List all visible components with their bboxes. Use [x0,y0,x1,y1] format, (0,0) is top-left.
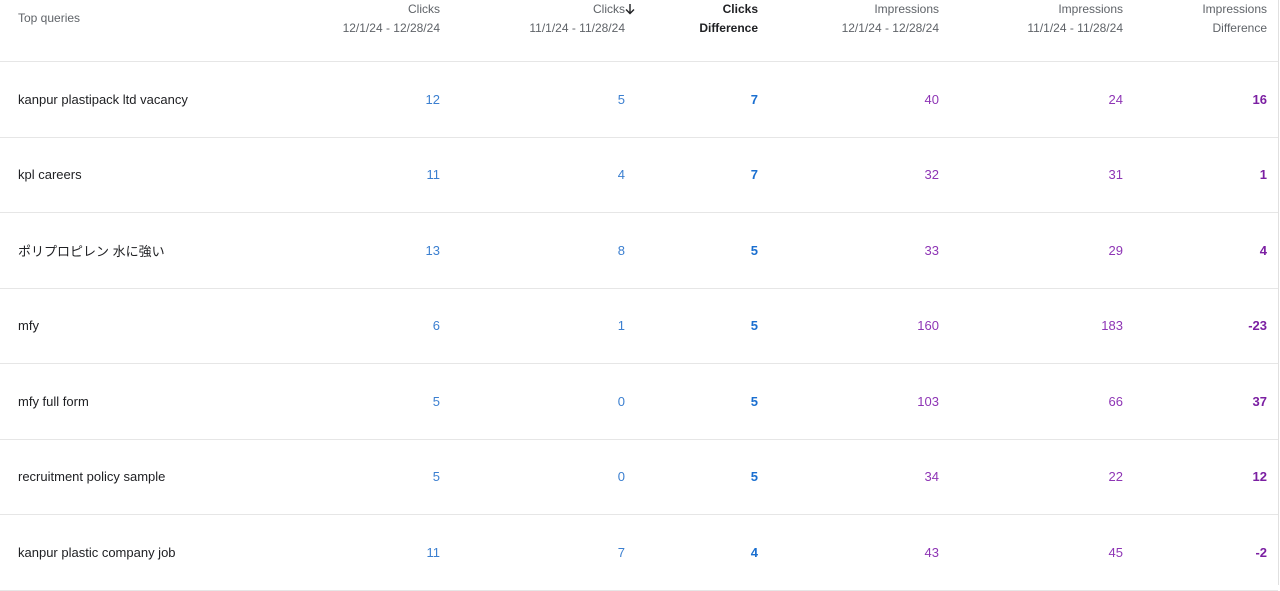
impressions-difference-cell: 12 [1252,469,1267,485]
clicks-current-cell: 13 [425,242,440,258]
impressions-previous-cell: 31 [1108,167,1123,183]
query-cell: recruitment policy sample [18,469,166,485]
table-row[interactable]: mfy 6 1 5 160 183 -23 [0,289,1278,364]
impressions-current-cell: 33 [924,242,939,258]
column-header-impressions-difference[interactable]: Impressions Difference [1202,0,1267,62]
query-cell: ポリプロピレン 水に強い [18,243,165,259]
clicks-current-cell: 12 [425,91,440,107]
impressions-difference-cell: 37 [1252,393,1267,409]
table-row[interactable]: recruitment policy sample 5 0 5 34 22 12 [0,440,1278,515]
clicks-difference-cell: 7 [750,91,758,107]
column-header-label: Impressions [874,2,939,16]
query-cell: kpl careers [18,167,82,183]
query-cell: mfy [18,318,39,334]
column-header-label: Clicks [722,2,758,16]
clicks-previous-cell: 7 [617,544,625,560]
column-header-impressions-previous[interactable]: Impressions 11/1/24 - 11/28/24 [1027,0,1123,62]
table-row[interactable]: kpl careers 11 4 7 32 31 1 [0,138,1278,213]
impressions-current-cell: 40 [924,91,939,107]
clicks-previous-cell: 4 [617,167,625,183]
column-header-label: Clicks [593,2,625,16]
impressions-previous-cell: 24 [1108,91,1123,107]
column-header-query[interactable]: Top queries [18,9,80,28]
clicks-previous-cell: 1 [617,318,625,334]
clicks-difference-cell: 4 [750,544,758,560]
column-header-sublabel: 12/1/24 - 12/28/24 [841,21,939,35]
impressions-difference-cell: 16 [1252,91,1267,107]
table-row[interactable]: kanpur plastic company job 11 7 4 43 45 … [0,515,1278,591]
column-header-sublabel: 11/1/24 - 11/28/24 [1027,21,1123,35]
clicks-current-cell: 5 [432,469,440,485]
column-header-clicks-difference[interactable]: Clicks Difference [625,0,758,62]
query-cell: kanpur plastipack ltd vacancy [18,91,188,107]
clicks-difference-cell: 5 [750,469,758,485]
queries-table: Top queries Clicks 12/1/24 - 12/28/24 Cl… [0,0,1279,591]
clicks-previous-cell: 8 [617,242,625,258]
column-header-label: Top queries [18,11,81,25]
impressions-previous-cell: 22 [1108,469,1123,485]
impressions-previous-cell: 183 [1101,318,1123,334]
clicks-difference-cell: 5 [750,393,758,409]
impressions-current-cell: 103 [917,393,939,409]
column-header-sublabel: Difference [1212,21,1267,35]
column-header-label: Impressions [1202,2,1267,16]
table-row[interactable]: ポリプロピレン 水に強い 13 8 5 33 29 4 [0,213,1278,289]
impressions-previous-cell: 29 [1108,242,1123,258]
impressions-difference-cell: -2 [1255,544,1267,560]
clicks-current-cell: 11 [426,167,441,183]
clicks-previous-cell: 0 [617,393,625,409]
column-header-sublabel: 12/1/24 - 12/28/24 [342,21,440,35]
impressions-difference-cell: -23 [1248,318,1267,334]
clicks-difference-cell: 7 [750,167,758,183]
column-header-clicks-current[interactable]: Clicks 12/1/24 - 12/28/24 [343,0,440,62]
column-header-label: Clicks [408,2,440,16]
column-header-label: Impressions [1058,2,1123,16]
impressions-previous-cell: 66 [1108,393,1123,409]
column-header-impressions-current[interactable]: Impressions 12/1/24 - 12/28/24 [842,0,939,62]
table-header: Top queries Clicks 12/1/24 - 12/28/24 Cl… [0,0,1278,62]
column-header-clicks-previous[interactable]: Clicks 11/1/24 - 11/28/24 [529,0,625,62]
clicks-current-cell: 5 [432,393,440,409]
table-row[interactable]: mfy full form 5 0 5 103 66 37 [0,364,1278,440]
impressions-previous-cell: 45 [1108,544,1123,560]
impressions-current-cell: 32 [924,167,939,183]
table-row[interactable]: kanpur plastipack ltd vacancy 12 5 7 40 … [0,62,1278,138]
clicks-current-cell: 11 [426,544,441,560]
clicks-difference-cell: 5 [750,318,758,334]
query-cell: kanpur plastic company job [18,544,176,560]
arrow-down-icon [625,4,635,15]
clicks-previous-cell: 0 [617,469,625,485]
column-header-sublabel: Difference [699,21,758,35]
impressions-difference-cell: 4 [1259,242,1267,258]
impressions-current-cell: 160 [917,318,939,334]
clicks-difference-cell: 5 [750,242,758,258]
clicks-previous-cell: 5 [617,91,625,107]
impressions-current-cell: 34 [924,469,939,485]
query-cell: mfy full form [18,393,89,409]
impressions-current-cell: 43 [924,544,939,560]
column-header-sublabel: 11/1/24 - 11/28/24 [529,21,625,35]
clicks-current-cell: 6 [432,318,440,334]
impressions-difference-cell: 1 [1259,167,1267,183]
